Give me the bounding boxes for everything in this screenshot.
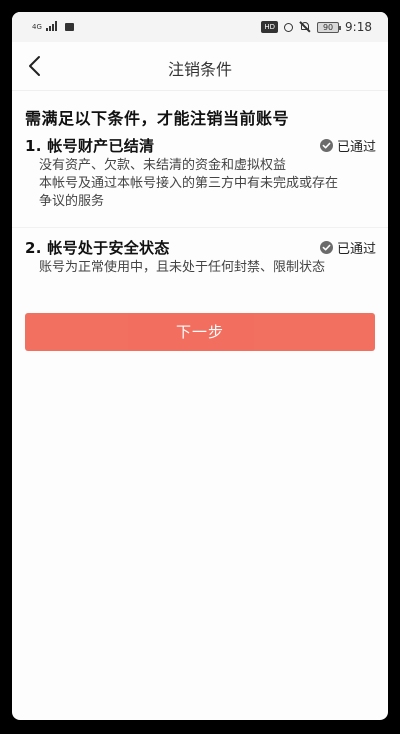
status-label: 已通过 [336,140,376,155]
phone-screen: 4G HD 90 9:18 注销条件 需满足以下条件，才能注销当前账号 1. 帐… [12,12,388,720]
check-circle-icon [319,241,333,254]
nav-bar: 注销条件 [12,42,388,91]
notification-icon [64,23,74,31]
description-line: 没有资产、欠款、未结清的资金和虚拟权益 [39,158,287,173]
battery-icon: 90 [317,21,342,33]
condition-status: 已通过 [319,238,376,257]
conditions-headline: 需满足以下条件，才能注销当前账号 [25,109,290,128]
condition-item-security: 2. 帐号处于安全状态 已通过 账号为正常使用中，且未处于任何封禁、限制状态 [12,237,388,293]
signal-icon [45,21,57,31]
description-line: 争议的服务 [39,194,105,209]
condition-title: 2. 帐号处于安全状态 [25,239,170,257]
condition-item-assets: 1. 帐号财产已结清 已通过 没有资产、欠款、未结清的资金和虚拟权益 本帐号及通… [12,135,388,228]
next-step-button[interactable]: 下一步 [25,313,375,351]
status-bar: 4G HD 90 9:18 [12,12,388,42]
condition-title: 1. 帐号财产已结清 [25,137,155,155]
mute-icon [299,21,311,33]
status-label: 已通过 [336,242,376,257]
condition-status: 已通过 [319,136,376,155]
condition-description: 没有资产、欠款、未结清的资金和虚拟权益 本帐号及通过本帐号接入的第三方中有未完成… [39,157,369,211]
clock: 9:18 [345,20,372,34]
status-left: 4G [32,21,74,31]
description-line: 本帐号及通过本帐号接入的第三方中有未完成或存在 [39,176,339,191]
condition-description: 账号为正常使用中，且未处于任何封禁、限制状态 [39,259,369,277]
status-right: HD 90 9:18 [261,20,372,34]
check-circle-icon [319,139,333,152]
hd-badge: HD [261,21,279,33]
alarm-icon [284,22,294,32]
network-label: 4G [32,23,42,31]
description-line: 账号为正常使用中，且未处于任何封禁、限制状态 [39,260,326,275]
page-title: 注销条件 [167,60,232,79]
